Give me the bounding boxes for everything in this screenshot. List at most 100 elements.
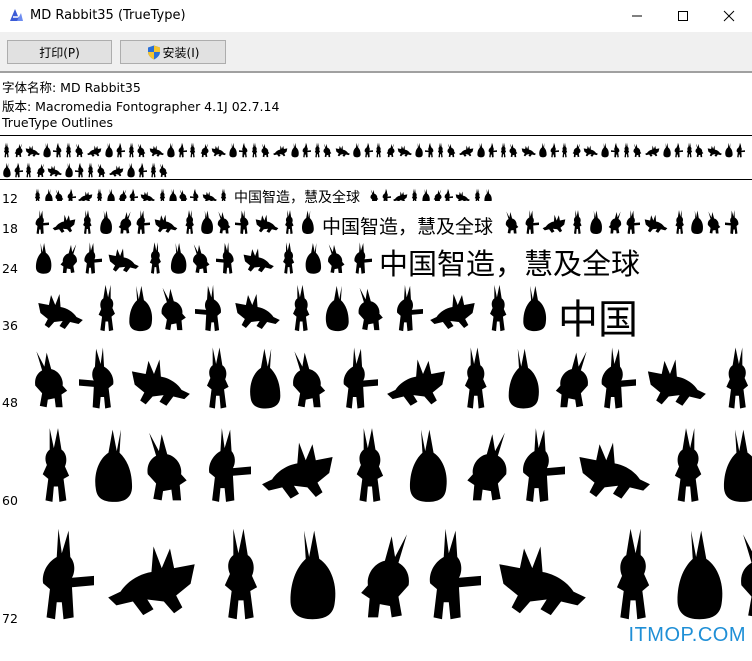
size-label: 24 — [2, 261, 18, 276]
rabbit-glyph-icon — [3, 142, 10, 158]
rabbit-glyph-icon — [444, 188, 453, 201]
rabbit-glyph-icon — [387, 359, 446, 406]
rabbit-glyph-icon — [87, 145, 102, 157]
rabbit-glyph-icon — [505, 211, 518, 234]
rabbit-glyph-icon — [293, 284, 310, 332]
install-button[interactable]: 安装(I) — [120, 40, 226, 64]
rabbit-glyph-icon — [47, 165, 62, 177]
rabbit-glyph-icon — [356, 428, 384, 502]
rabbit-glyph-icon — [601, 347, 636, 409]
rabbit-glyph-icon — [323, 143, 332, 158]
rabbit-glyph-icon — [239, 142, 248, 158]
cjk-sample-text: 中国 — [558, 297, 638, 343]
uac-shield-icon — [147, 45, 160, 59]
rabbit-glyph-icon — [116, 142, 125, 158]
rabbit-glyph-icon — [235, 294, 280, 329]
print-button[interactable]: 打印(P) — [7, 40, 112, 64]
rabbit-glyph-icon — [375, 142, 382, 158]
rabbit-glyph-icon — [283, 242, 295, 274]
rabbit-glyph-icon — [675, 210, 684, 234]
rabbit-glyph-icon — [677, 530, 723, 620]
rabbit-glyph-icon — [14, 162, 23, 178]
toolbar: 打印(P) 安装(I) — [0, 32, 752, 72]
rabbit-glyph-icon — [608, 211, 621, 234]
rabbit-glyph-icon — [674, 428, 702, 502]
rabbit-glyph-icon — [167, 142, 175, 158]
maximize-button[interactable] — [660, 0, 706, 32]
rabbit-glyph-icon — [415, 142, 423, 158]
rabbit-glyph-icon — [206, 347, 229, 409]
rabbit-glyph-icon — [707, 211, 720, 234]
rabbit-glyph-icon — [437, 142, 444, 158]
rabbit-glyph-icon — [644, 214, 667, 233]
rabbit-glyph-icon — [98, 284, 115, 332]
rabbit-glyph-icon — [65, 142, 72, 158]
rabbit-glyph-icon — [409, 429, 447, 502]
rabbit-glyph-icon — [695, 143, 704, 158]
rabbit-glyph-icon — [108, 546, 195, 616]
font-name-line: 字体名称: MD Rabbit35 — [2, 80, 141, 95]
rabbit-glyph-icon — [217, 211, 231, 234]
rabbit-glyph-icon — [55, 189, 64, 201]
rabbit-glyph-icon — [421, 188, 430, 201]
rabbit-glyph-icon — [201, 210, 214, 234]
rabbit-glyph-icon — [358, 287, 383, 331]
rabbit-glyph-icon — [616, 528, 650, 620]
glyph-run-after-text — [370, 185, 670, 201]
rabbit-glyph-icon — [128, 142, 135, 158]
rabbit-glyph-icon — [195, 284, 221, 332]
rabbit-glyph-icon — [361, 534, 409, 618]
rabbit-glyph-icon — [411, 188, 417, 201]
font-preview-pane[interactable]: 字体名称: MD Rabbit35 版本: Macromedia Fontogr… — [0, 73, 752, 661]
rabbit-glyph-icon — [626, 210, 640, 234]
rabbit-glyph-icon — [35, 351, 68, 408]
rabbit-glyph-icon — [105, 142, 113, 158]
rabbit-glyph-icon — [386, 143, 395, 158]
rabbit-glyph-icon — [178, 142, 187, 158]
rabbit-glyph-icon — [477, 142, 485, 158]
rabbit-glyph-icon — [138, 162, 147, 178]
rabbit-glyph-icon — [209, 428, 251, 502]
rabbit-glyph-icon — [425, 142, 434, 158]
rabbit-glyph-icon — [539, 142, 547, 158]
rabbit-glyph-icon — [159, 188, 166, 201]
rabbit-glyph-icon — [370, 189, 378, 201]
rabbit-glyph-icon — [154, 214, 178, 233]
rabbit-glyph-icon — [60, 244, 77, 274]
minimize-icon — [632, 15, 642, 17]
rabbit-glyph-icon — [305, 242, 322, 274]
rabbit-glyph-icon — [202, 191, 217, 201]
rabbit-glyph-icon — [521, 145, 536, 157]
glyph-run — [33, 425, 752, 505]
rabbit-glyph-icon — [335, 145, 350, 157]
glyph-run — [33, 345, 752, 411]
rabbit-glyph-icon — [572, 210, 582, 234]
rabbit-glyph-icon — [302, 142, 311, 158]
rabbit-glyph-icon — [555, 351, 588, 408]
watermark: ITMOP.COM — [628, 624, 746, 646]
minimize-button[interactable] — [614, 0, 660, 32]
rabbit-glyph-icon — [561, 142, 568, 158]
close-icon — [723, 10, 735, 22]
rabbit-glyph-icon — [464, 347, 487, 409]
rabbit-glyph-icon — [467, 432, 507, 501]
rabbit-glyph-icon — [397, 284, 423, 332]
rabbit-glyph-icon — [690, 210, 703, 234]
rabbit-glyph-icon — [100, 210, 113, 234]
font-version-line: 版本: Macromedia Fontographer 4.1J 02.7.14 — [2, 99, 280, 114]
rabbit-glyph-icon — [118, 211, 132, 234]
rabbit-glyph-icon — [273, 145, 288, 157]
rabbit-glyph-icon — [35, 210, 49, 234]
size-label: 12 — [2, 191, 18, 206]
close-button[interactable] — [706, 0, 752, 32]
rabbit-glyph-icon — [291, 142, 299, 158]
rabbit-glyph-icon — [499, 546, 586, 616]
rabbit-glyph-icon — [127, 162, 135, 178]
rabbit-glyph-icon — [500, 142, 507, 158]
rabbit-glyph-icon — [200, 143, 209, 158]
rabbit-glyph-icon — [38, 294, 83, 329]
rabbit-glyph-icon — [741, 534, 752, 617]
rabbit-glyph-icon — [84, 242, 102, 274]
glyph-run — [33, 283, 752, 333]
rabbit-glyph-icon — [290, 530, 336, 620]
